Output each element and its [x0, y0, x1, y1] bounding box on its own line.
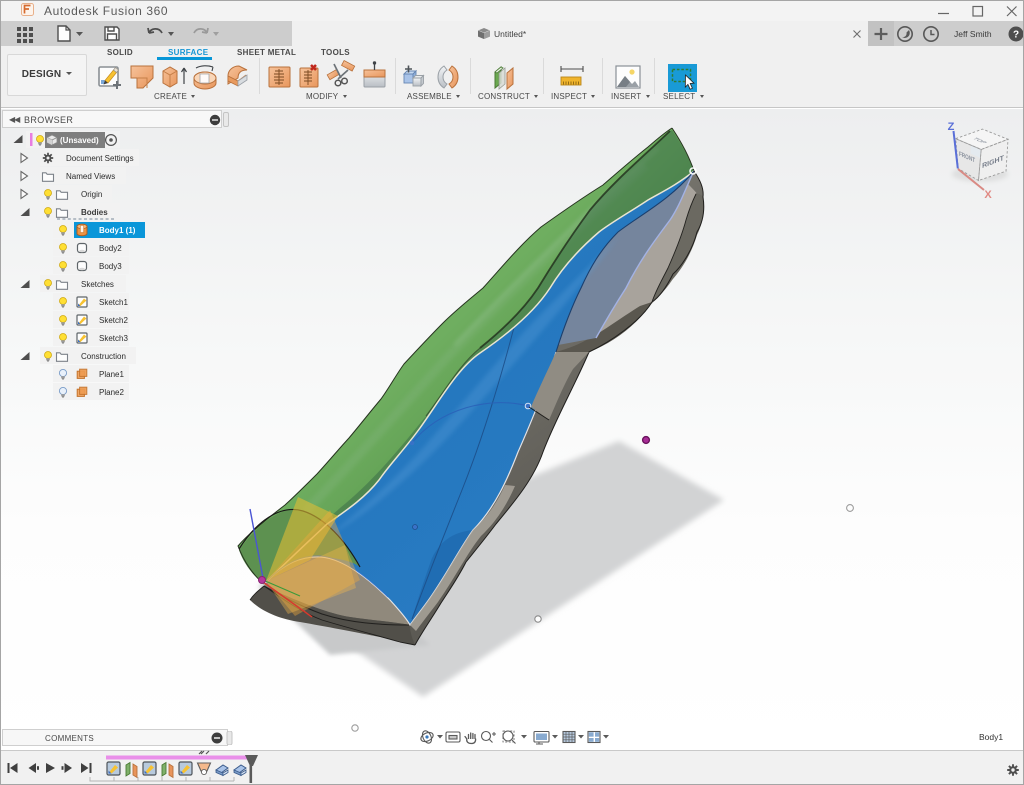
svg-text:Z: Z — [948, 121, 955, 133]
svg-text:?: ? — [1013, 30, 1019, 41]
svg-text:X: X — [984, 189, 992, 201]
